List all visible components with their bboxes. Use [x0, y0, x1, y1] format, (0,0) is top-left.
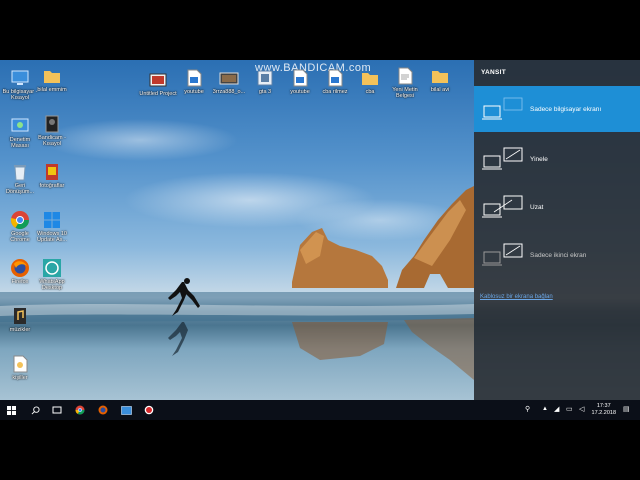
desktop-icon-youtube-1[interactable]: youtube	[175, 68, 213, 95]
people-icon[interactable]: ⚲	[525, 405, 530, 413]
letterbox-bottom	[0, 420, 640, 480]
desktop-icon-fotograflar[interactable]: fotoğraflar	[33, 162, 71, 189]
extend-icon	[482, 195, 523, 218]
task-view-button[interactable]	[50, 400, 64, 420]
notifications-icon[interactable]: ▤	[623, 405, 630, 413]
option-duplicate[interactable]: Yinele	[474, 136, 640, 182]
option-label: Sadece bilgisayar ekranı	[530, 106, 602, 113]
search-button[interactable]	[28, 400, 42, 420]
desktop-icon-label: cba	[365, 89, 375, 95]
battery-icon[interactable]: ▭	[566, 405, 573, 413]
desktop-icon-bilal-avi[interactable]: bilal avi	[421, 66, 459, 93]
desktop-icon-label: bilal avi	[430, 87, 450, 93]
option-second-screen-only[interactable]: Sadece ikinci ekran	[474, 232, 640, 278]
whatsapp-icon	[43, 259, 61, 277]
taskbar: ⚲ ▲ ◢ ▭ ◁ 17:37 17.2.2018 ▤	[0, 400, 640, 420]
desktop-icon-gta-3[interactable]: gta 3	[246, 68, 284, 95]
bandicam-icon	[45, 115, 59, 133]
photos-icon	[46, 164, 58, 180]
clock[interactable]: 17:37 17.2.2018	[592, 403, 616, 417]
document-icon	[13, 355, 28, 373]
desktop-icon-label: kişiller	[12, 375, 28, 381]
desktop-icon-label: WhatsApp Desktop	[39, 279, 65, 291]
desktop-icon-label: gta 3	[258, 89, 272, 95]
video-file-icon	[219, 72, 239, 85]
recycle-bin-icon	[14, 165, 26, 181]
option-label: Yinele	[530, 156, 548, 163]
music-folder-icon	[14, 308, 26, 324]
desktop-icon-youtube-2[interactable]: youtube	[281, 68, 319, 95]
folder-icon	[44, 71, 60, 83]
desktop-icon-label: Bandicam - Kısayol	[38, 135, 66, 147]
taskbar-firefox[interactable]	[96, 400, 110, 420]
chrome-icon	[75, 405, 85, 415]
option-label: Uzat	[530, 204, 544, 211]
project-panel: YANSIT Sadece bilgisayar ekranı Yinele U…	[474, 60, 640, 400]
clock-date: 17.2.2018	[591, 410, 616, 416]
volume-icon[interactable]: ◁	[579, 405, 584, 413]
desktop-icon-label: fotoğraflar	[39, 183, 65, 189]
option-pc-screen-only[interactable]: Sadece bilgisayar ekranı	[474, 86, 640, 132]
file-explorer-icon	[120, 405, 132, 415]
folder-icon	[432, 71, 448, 83]
panel-title: YANSIT	[481, 69, 507, 76]
firefox-icon	[98, 405, 108, 415]
text-file-icon	[398, 67, 413, 85]
connect-wireless-display-link[interactable]: Kablosuz bir ekrana bağlan	[480, 294, 553, 300]
desktop-icon-label: Windows 10 Update As...	[37, 231, 67, 243]
firefox-icon	[11, 259, 29, 277]
desktop-icon-yeni-metin-belgesi[interactable]: Yeni Metin Belgesi	[386, 66, 424, 99]
desktop-icon-label: youtube	[290, 89, 310, 95]
document-icon	[328, 69, 343, 87]
pc-screen-only-icon	[482, 97, 523, 120]
video-project-icon	[149, 73, 167, 87]
taskbar-chrome[interactable]	[73, 400, 87, 420]
desktop-icon-windows-update[interactable]: Windows 10 Update As...	[33, 210, 71, 243]
desktop-icon-label: youtube	[184, 89, 204, 95]
desktop-icon-label: Untitled Project	[139, 91, 177, 97]
desktop-icon-label: müzikler	[9, 327, 31, 333]
letterbox-top	[0, 0, 640, 60]
task-view-icon	[52, 406, 62, 414]
clock-time: 17:37	[596, 403, 611, 409]
desktop-icon-untitled-project[interactable]: Untitled Project	[139, 70, 177, 97]
desktop-screen: www.BANDICAM.com Bu bilgisayar - Kısayol…	[0, 60, 640, 420]
application-icon	[257, 70, 273, 86]
taskbar-bandicam[interactable]	[142, 400, 156, 420]
bandicam-record-icon	[144, 405, 154, 415]
desktop-icon-cba[interactable]: cba	[351, 68, 389, 95]
chevron-up-icon[interactable]: ▲	[542, 406, 548, 412]
desktop-icon-label: Yeni Metin Belgesi	[392, 87, 418, 99]
desktop-icon-label: cba rilmez	[322, 89, 348, 95]
desktop-icon-label: bilal emmim	[37, 87, 67, 93]
desktop-icon-cba-rilmez[interactable]: cba rilmez	[316, 68, 354, 95]
desktop-icon-bandicam[interactable]: Bandicam - Kısayol	[33, 114, 71, 147]
start-button[interactable]	[4, 400, 18, 420]
desktop-icon-bilal-emmim[interactable]: bilal emmim	[33, 66, 71, 93]
document-icon	[293, 69, 308, 87]
windows-icon	[44, 212, 60, 228]
desktop-icon-whatsapp[interactable]: WhatsApp Desktop	[33, 258, 71, 291]
desktop-icon-label: 3rrza888_o...	[212, 89, 246, 95]
folder-icon	[362, 73, 378, 85]
chrome-icon	[10, 211, 30, 230]
control-panel-icon	[11, 118, 29, 132]
desktop-icon-muzikler[interactable]: müzikler	[1, 306, 39, 333]
option-extend[interactable]: Uzat	[474, 184, 640, 230]
this-pc-icon	[11, 70, 29, 85]
desktop-icon-video-file[interactable]: 3rrza888_o...	[210, 68, 248, 95]
windows-logo-icon	[6, 405, 16, 415]
document-icon	[187, 69, 202, 87]
second-screen-only-icon	[482, 243, 523, 266]
search-icon	[31, 405, 40, 414]
taskbar-file-explorer[interactable]	[119, 400, 133, 420]
option-label: Sadece ikinci ekran	[530, 252, 587, 259]
desktop-icon-kisiler[interactable]: kişiller	[1, 354, 39, 381]
duplicate-icon	[482, 147, 523, 170]
network-icon[interactable]: ◢	[554, 405, 559, 413]
